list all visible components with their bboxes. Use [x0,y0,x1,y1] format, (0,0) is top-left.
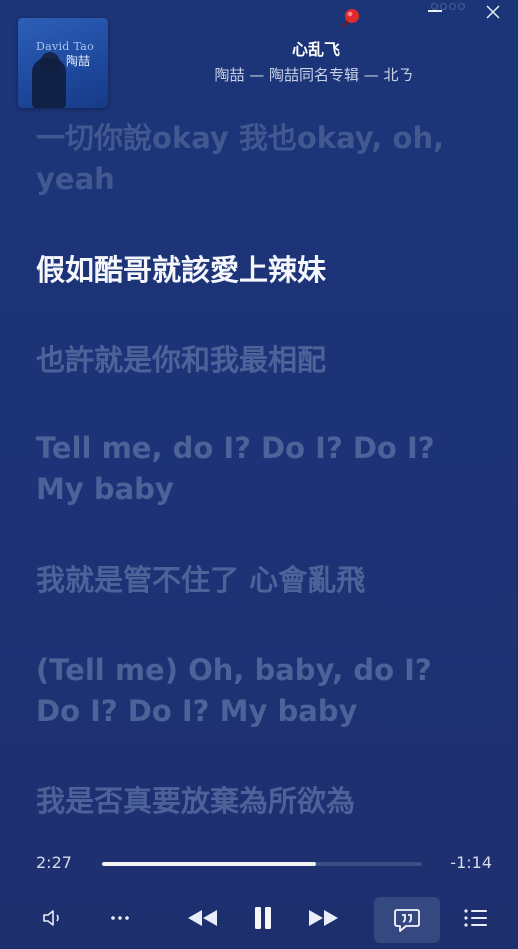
queue-button[interactable] [460,898,492,938]
lyric-line[interactable]: 我是否真要放棄為所欲為 [36,781,496,822]
lyric-line[interactable]: 我就是管不住了 心會亂飛 [36,560,496,601]
volume-button[interactable] [36,898,72,938]
pin-icon[interactable] [337,5,363,31]
pause-icon [255,907,271,929]
next-icon [309,910,338,926]
cover-figure [32,58,66,108]
lyrics-button[interactable] [374,897,440,943]
next-button[interactable] [306,898,342,938]
minimize-icon [428,10,442,12]
lyric-line[interactable]: Tell me, do I? Do I? Do I? My baby [36,428,496,510]
album-cover[interactable]: David Tao 陶喆 [18,18,108,108]
song-title: 心乱飞 [291,40,340,59]
music-player-window: David Tao 陶喆 心乱飞 陶喆 — 陶喆同名专辑 — 北ㄋ ＯＯＯＯ 一… [0,0,518,949]
progress-slider[interactable] [102,862,422,866]
pause-button[interactable] [248,898,278,938]
elapsed-time: 2:27 [36,853,72,872]
lyric-line[interactable]: (Tell me) Oh, baby, do I? Do I? Do I? My… [36,650,496,732]
lyric-line[interactable]: 也許就是你和我最相配 [36,340,496,381]
song-artist-album[interactable]: 陶喆 — 陶喆同名专辑 — 北ㄋ [120,64,508,85]
progress-fill [102,862,317,866]
previous-button[interactable] [184,898,220,938]
remaining-time: -1:14 [450,853,492,872]
cover-artist-cjk: 陶喆 [66,54,91,68]
close-icon [486,5,500,19]
more-button[interactable] [104,898,136,938]
lyric-line[interactable]: 一切你說okay 我也okay, oh, yeah [36,118,496,200]
lyric-line-active[interactable]: 假如酷哥就該愛上辣妹 [36,250,496,291]
queue-list-icon [464,909,487,927]
close-button[interactable] [482,2,506,22]
previous-icon [188,910,217,926]
lyrics-quote-icon [394,909,420,932]
more-icon [111,916,129,920]
volume-icon [43,910,59,926]
minimize-button[interactable] [424,0,448,20]
